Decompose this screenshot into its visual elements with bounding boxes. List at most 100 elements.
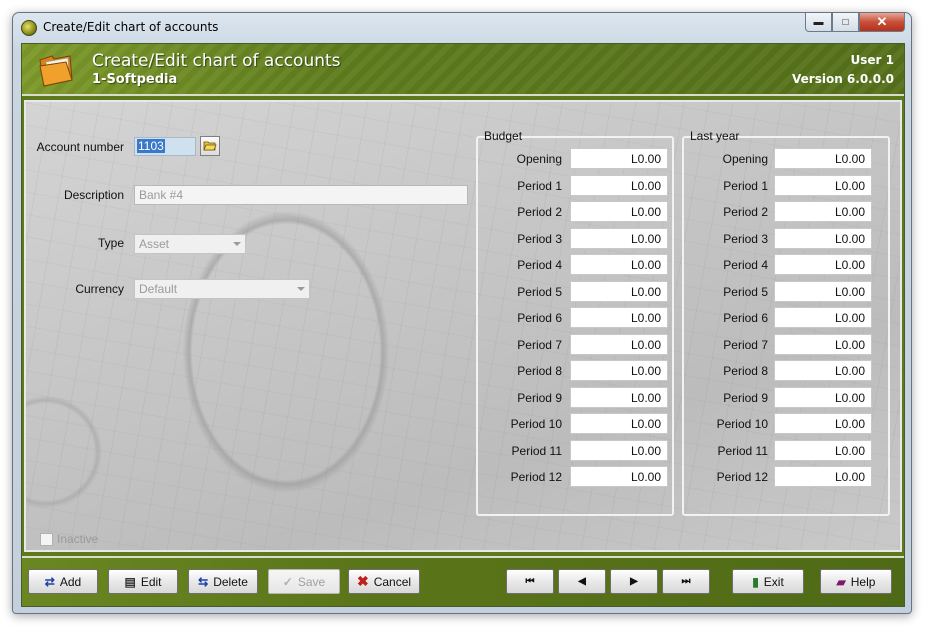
period-label: Period 11 (511, 443, 562, 458)
last-record-icon: ⏭ (681, 576, 691, 587)
title-bar[interactable]: Create/Edit chart of accounts ▬ □ ✕ (13, 13, 911, 43)
period-label: Period 10 (510, 417, 562, 431)
delete-icon: ⇆ (198, 574, 209, 589)
period-value-input[interactable]: L0.00 (774, 280, 872, 302)
close-icon: ✕ (876, 14, 888, 29)
period-value-input[interactable]: L0.00 (570, 307, 668, 328)
next-icon: ▶ (630, 576, 638, 587)
company-name: 1-Softpedia (92, 72, 178, 87)
period-label: Period 3 (723, 231, 768, 246)
add-icon: ⇄ (44, 574, 55, 589)
folder-open-icon (203, 141, 217, 151)
period-value-input[interactable]: L0.00 (570, 439, 668, 461)
type-select[interactable]: Asset (134, 234, 246, 254)
app-logo-icon (21, 20, 37, 36)
period-label: Period 1 (517, 178, 562, 193)
period-label: Period 6 (723, 311, 768, 325)
period-label: Period 6 (517, 311, 562, 325)
period-value-input[interactable]: L0.00 (774, 413, 872, 434)
last-year-title: Last year (690, 129, 740, 143)
period-value-input[interactable]: L0.00 (774, 174, 872, 196)
maximize-icon: □ (842, 16, 849, 28)
period-value-input[interactable]: L0.00 (570, 413, 668, 434)
period-value-input[interactable]: L0.00 (774, 439, 872, 461)
header-banner: Create/Edit chart of accounts 1-Softpedi… (22, 44, 904, 96)
maximize-button[interactable]: □ (832, 13, 859, 32)
minimize-button[interactable]: ▬ (805, 13, 832, 32)
period-value-input[interactable]: L0.00 (570, 386, 668, 408)
chevron-down-icon (297, 287, 305, 291)
period-value-input[interactable]: L0.00 (570, 280, 668, 302)
budget-group: Budget Opening L0.00 Period 1 L0.00 Period 2… (476, 129, 674, 516)
period-label: Period 10 (716, 417, 768, 431)
folder-icon (39, 55, 73, 87)
budget-title: Budget (484, 129, 523, 143)
period-label: Period 2 (723, 205, 768, 219)
description-label: Description (63, 188, 124, 202)
account-form: Account number 1103 Description Bank #4 … (24, 100, 902, 552)
period-label: Opening (722, 152, 768, 166)
cancel-button[interactable]: ✖ Cancel (348, 569, 420, 594)
period-value-input[interactable]: L0.00 (570, 466, 668, 487)
chevron-down-icon (233, 242, 241, 246)
first-record-icon: ⏮ (525, 576, 535, 587)
period-label: Period 8 (723, 364, 768, 378)
currency-select[interactable]: Default (134, 279, 310, 299)
period-label: Period 4 (517, 258, 562, 272)
last-year-group: Last year Opening L0.00 Period 1 L0.00 Perio… (682, 129, 890, 516)
period-value-input[interactable]: L0.00 (570, 174, 668, 196)
period-label: Period 3 (517, 231, 562, 246)
period-label: Period 9 (517, 390, 562, 405)
period-label: Period 5 (517, 284, 562, 299)
period-value-input[interactable]: L0.00 (774, 307, 872, 328)
period-label: Period 11 (717, 443, 768, 458)
period-value-input[interactable]: L0.00 (774, 360, 872, 381)
period-label: Period 7 (723, 337, 768, 352)
next-record-button[interactable]: ▶ (610, 569, 658, 594)
type-label: Type (97, 236, 124, 250)
save-button[interactable]: ✓ Save (268, 569, 340, 594)
period-value-input[interactable]: L0.00 (570, 254, 668, 275)
first-record-button[interactable]: ⏮ (506, 569, 554, 594)
client-area: Create/Edit chart of accounts 1-Softpedi… (21, 43, 905, 607)
period-label: Period 5 (723, 284, 768, 299)
checkmark-icon: ✓ (282, 574, 293, 589)
help-button[interactable]: ▰ Help (820, 569, 892, 594)
bottom-toolbar: ⇄ Add ▤ Edit ⇆ Delete ✓ Save ✖ Cancel ⏮ (22, 556, 904, 606)
period-value-input[interactable]: L0.00 (570, 333, 668, 355)
app-window: Create/Edit chart of accounts ▬ □ ✕ Crea… (12, 12, 912, 614)
version-label: Version 6.0.0.0 (792, 72, 894, 86)
period-label: Opening (516, 152, 562, 166)
close-button[interactable]: ✕ (859, 13, 905, 32)
period-label: Period 9 (723, 390, 768, 405)
period-value-input[interactable]: L0.00 (774, 386, 872, 408)
inactive-checkbox-wrap[interactable]: Inactive (40, 532, 98, 546)
period-label: Period 8 (517, 364, 562, 378)
last-record-button[interactable]: ⏭ (662, 569, 710, 594)
help-book-icon: ▰ (836, 574, 846, 589)
period-value-input[interactable]: L0.00 (570, 148, 668, 169)
period-value-input[interactable]: L0.00 (570, 201, 668, 222)
edit-button[interactable]: ▤ Edit (108, 569, 178, 594)
account-lookup-button[interactable] (200, 136, 220, 156)
cancel-x-icon: ✖ (356, 573, 369, 589)
inactive-checkbox[interactable] (40, 532, 53, 546)
period-label: Period 12 (716, 470, 768, 484)
period-value-input[interactable]: L0.00 (774, 227, 872, 249)
user-name: User 1 (850, 53, 894, 67)
period-value-input[interactable]: L0.00 (774, 201, 872, 222)
description-input[interactable]: Bank #4 (134, 185, 468, 205)
period-value-input[interactable]: L0.00 (774, 466, 872, 487)
delete-button[interactable]: ⇆ Delete (188, 569, 258, 594)
previous-record-button[interactable]: ◀ (558, 569, 606, 594)
currency-label: Currency (75, 282, 124, 296)
period-label: Period 1 (723, 178, 768, 193)
period-value-input[interactable]: L0.00 (774, 254, 872, 275)
account-number-input[interactable]: 1103 (134, 137, 196, 156)
exit-button[interactable]: ▮ Exit (732, 569, 804, 594)
add-button[interactable]: ⇄ Add (28, 569, 98, 594)
period-value-input[interactable]: L0.00 (774, 148, 872, 169)
period-value-input[interactable]: L0.00 (570, 227, 668, 249)
period-value-input[interactable]: L0.00 (570, 360, 668, 381)
period-value-input[interactable]: L0.00 (774, 333, 872, 355)
